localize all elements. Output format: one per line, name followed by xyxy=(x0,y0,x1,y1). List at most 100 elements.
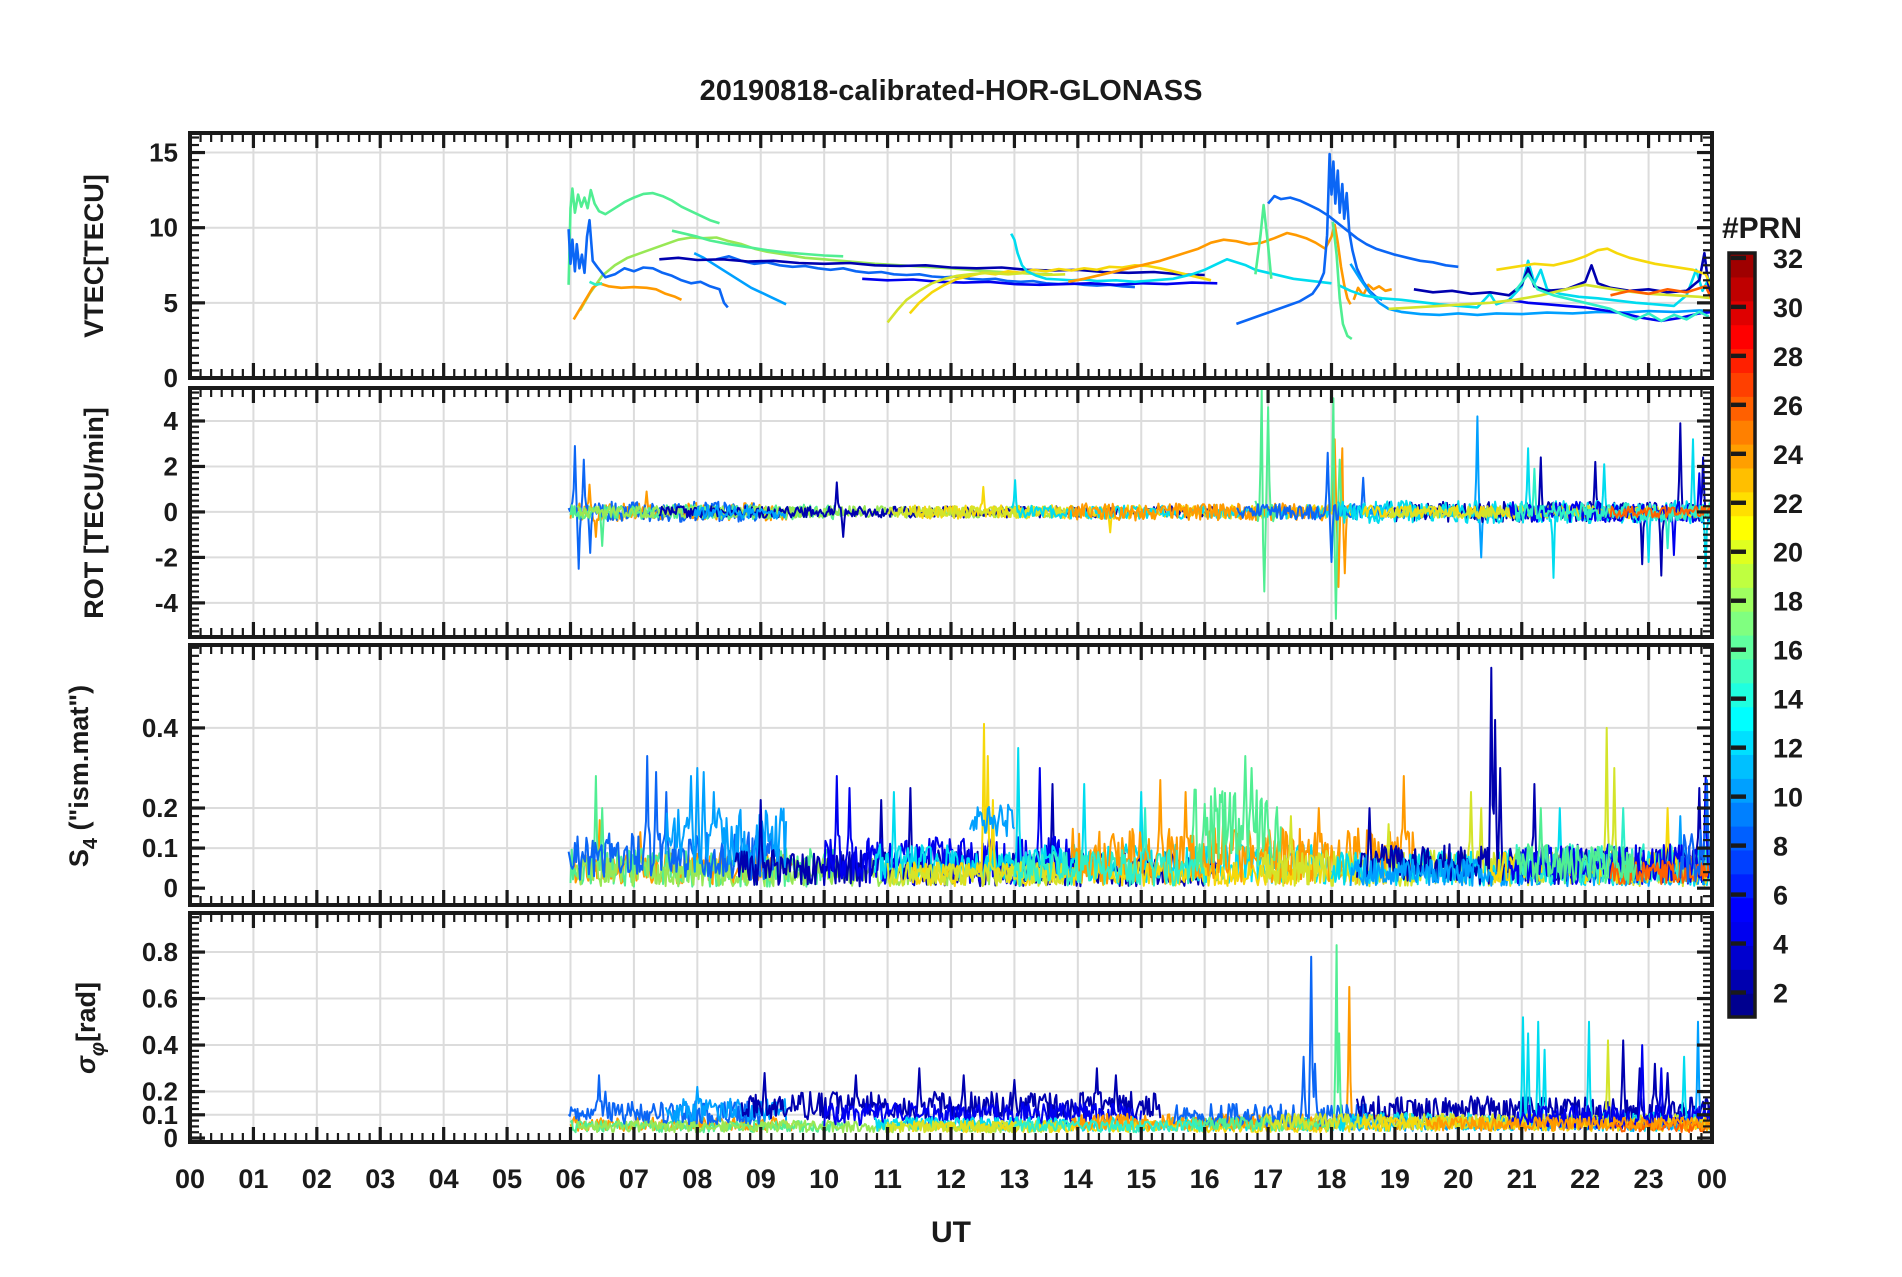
colorbar-tick-label: 22 xyxy=(1773,489,1803,519)
x-tick-label: 21 xyxy=(1507,1164,1537,1194)
colorbar-cell xyxy=(1729,467,1755,493)
colorbar-cell xyxy=(1729,802,1755,827)
y-tick-label: 0.8 xyxy=(142,937,178,967)
colorbar-tick xyxy=(1731,598,1746,603)
colorbar-cell xyxy=(1729,754,1755,779)
colorbar-tick-label: 16 xyxy=(1773,636,1803,666)
series-prn-2 xyxy=(1387,422,1710,577)
colorbar-cell xyxy=(1729,778,1755,803)
series-prn-24 xyxy=(572,281,683,321)
colorbar-tick-label: 24 xyxy=(1773,440,1803,470)
series-prn-10 xyxy=(1349,415,1710,559)
x-tick-label: 04 xyxy=(429,1164,459,1194)
colorbar-cell xyxy=(1729,420,1755,445)
colorbar-tick xyxy=(1731,402,1746,408)
colorbar-cell xyxy=(1729,563,1755,588)
colorbar-tick-label: 18 xyxy=(1773,587,1803,617)
y-label-s4: S4 ("ism.mat") xyxy=(64,685,102,867)
y-label-vtec: VTEC[TECU] xyxy=(79,174,109,338)
colorbar-cell xyxy=(1729,635,1755,660)
x-tick-label: 11 xyxy=(873,1164,902,1194)
colorbar-cell xyxy=(1729,849,1755,875)
x-tick-label: 17 xyxy=(1253,1164,1283,1194)
colorbar-tick-label: 8 xyxy=(1773,832,1788,862)
x-tick-label: 01 xyxy=(238,1164,268,1194)
colorbar-tick xyxy=(1731,843,1746,848)
colorbar-tick-label: 28 xyxy=(1773,342,1803,372)
x-tick-label: 02 xyxy=(302,1164,332,1194)
colorbar-tick-label: 14 xyxy=(1773,685,1803,715)
colorbar-cell xyxy=(1729,324,1755,350)
colorbar-cell xyxy=(1729,276,1755,302)
x-tick-label: 18 xyxy=(1316,1164,1346,1194)
colorbar-tick-label: 20 xyxy=(1773,538,1803,568)
colorbar-title: #PRN xyxy=(1722,212,1802,245)
colorbar-cell xyxy=(1729,706,1755,732)
colorbar-cell xyxy=(1729,515,1755,541)
x-tick-label: 14 xyxy=(1063,1164,1093,1194)
colorbar-cell xyxy=(1729,611,1755,636)
y-tick-label: 0.6 xyxy=(142,984,178,1014)
colorbar-tick xyxy=(1731,304,1746,310)
y-tick-label: 10 xyxy=(149,213,178,243)
y-label-rot: ROT [TECU/min] xyxy=(79,407,109,618)
y-tick-label: 0 xyxy=(164,363,178,393)
colorbar-cell xyxy=(1729,897,1755,923)
colorbar-tick xyxy=(1731,941,1746,946)
series-prn-16 xyxy=(1191,944,1365,1132)
y-tick-label: 2 xyxy=(164,451,178,481)
colorbar-tick-label: 32 xyxy=(1773,244,1803,274)
colorbar-tick xyxy=(1731,990,1746,995)
y-tick-label: -2 xyxy=(155,542,178,572)
y-tick-label: 0.2 xyxy=(142,793,178,823)
x-tick-label: 06 xyxy=(555,1164,585,1194)
colorbar-cell xyxy=(1729,730,1755,755)
colorbar-cell xyxy=(1729,658,1755,684)
x-tick-label: 00 xyxy=(175,1164,205,1194)
chart-title: 20190818-calibrated-HOR-GLONASS xyxy=(700,75,1203,107)
x-tick-label: 15 xyxy=(1126,1164,1156,1194)
colorbar-tick-label: 4 xyxy=(1773,930,1788,960)
figure: 15 10 5 0 4 2 0 -2 -4 0.4 0.2 0.1 0 0.8 0.6 0.4 0.2 0.1 0 0… xyxy=(0,0,1902,1272)
colorbar-tick xyxy=(1731,647,1746,652)
colorbar-tick xyxy=(1731,696,1746,701)
colorbar-tick xyxy=(1731,353,1746,359)
colorbar-tick-label: 6 xyxy=(1773,881,1788,911)
x-tick-label: 13 xyxy=(999,1164,1029,1194)
colorbar-cell xyxy=(1729,300,1755,326)
y-tick-label: -4 xyxy=(155,588,179,618)
x-tick-label: 00 xyxy=(1697,1164,1727,1194)
y-tick-label: 0.1 xyxy=(142,833,178,863)
colorbar-tick xyxy=(1731,255,1746,261)
panel-grid-vtec xyxy=(190,133,1712,378)
x-tick-label: 08 xyxy=(682,1164,712,1194)
colorbar-cell xyxy=(1729,372,1755,397)
x-tick-label: 22 xyxy=(1570,1164,1600,1194)
y-tick-label: 0 xyxy=(164,1123,178,1153)
x-tick-label: 16 xyxy=(1190,1164,1220,1194)
series-prn-8 xyxy=(1267,194,1459,269)
x-tick-label: 12 xyxy=(936,1164,966,1194)
colorbar-tick xyxy=(1731,500,1746,505)
x-tick-label: 19 xyxy=(1380,1164,1410,1194)
colorbar-tick xyxy=(1731,892,1746,897)
x-tick-label: 07 xyxy=(619,1164,649,1194)
x-tick-label: 20 xyxy=(1443,1164,1473,1194)
series-prn-8 xyxy=(567,218,729,309)
colorbar-cell xyxy=(1729,993,1755,1018)
chart-canvas: 151050420-2-40.40.20.100.80.60.40.20.100… xyxy=(64,75,1803,1249)
colorbar-cell xyxy=(1729,945,1755,970)
colorbar: 2468101214161820222426283032 xyxy=(1727,244,1803,1019)
series-prn-24 xyxy=(1068,223,1352,305)
colorbar-cell xyxy=(1729,444,1755,469)
y-tick-label: 0.4 xyxy=(142,713,179,743)
colorbar-tick-label: 30 xyxy=(1773,293,1803,323)
y-tick-label: 5 xyxy=(164,288,178,318)
colorbar-tick xyxy=(1731,451,1746,456)
colorbar-tick-label: 2 xyxy=(1773,979,1788,1009)
colorbar-tick-label: 12 xyxy=(1773,734,1803,764)
y-tick-label: 0.4 xyxy=(142,1030,179,1060)
colorbar-tick xyxy=(1731,549,1746,554)
colorbar-cell xyxy=(1729,396,1755,421)
x-tick-label: 10 xyxy=(809,1164,839,1194)
